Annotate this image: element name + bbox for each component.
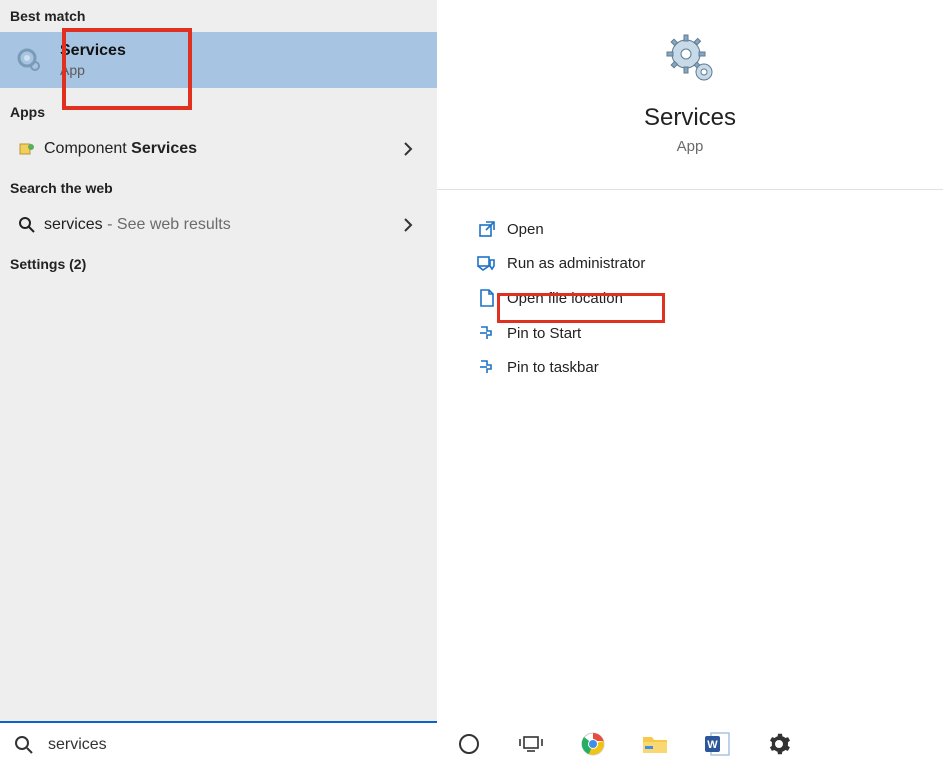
best-match-title: Services bbox=[60, 42, 126, 60]
details-panel: Services App Open Run as administrator bbox=[437, 0, 943, 767]
action-run-as-administrator-label: Run as administrator bbox=[507, 255, 645, 272]
result-web-search-label: services - See web results bbox=[44, 216, 403, 234]
cortana-icon[interactable] bbox=[455, 730, 483, 758]
best-match-result[interactable]: Services App bbox=[0, 32, 437, 88]
action-open-file-location-label: Open file location bbox=[507, 290, 623, 307]
action-open-file-location[interactable]: Open file location bbox=[467, 280, 913, 316]
details-header: Services App bbox=[437, 0, 943, 190]
action-pin-to-taskbar[interactable]: Pin to taskbar bbox=[467, 350, 913, 384]
search-web-header: Search the web bbox=[0, 170, 437, 204]
details-title: Services bbox=[644, 104, 736, 132]
action-pin-to-taskbar-label: Pin to taskbar bbox=[507, 359, 599, 376]
taskbar: W bbox=[437, 721, 943, 767]
file-location-icon bbox=[467, 288, 507, 308]
file-explorer-icon[interactable] bbox=[641, 730, 669, 758]
result-component-services-label: Component Services bbox=[44, 140, 403, 158]
services-large-icon bbox=[662, 30, 718, 86]
chevron-right-icon bbox=[403, 142, 427, 156]
action-pin-to-start[interactable]: Pin to Start bbox=[467, 316, 913, 350]
details-actions: Open Run as administrator Open file loca… bbox=[437, 190, 943, 406]
pin-start-icon bbox=[467, 324, 507, 342]
details-subtitle: App bbox=[677, 138, 704, 155]
action-open-label: Open bbox=[507, 221, 544, 238]
best-match-subtitle: App bbox=[60, 62, 126, 78]
services-icon bbox=[12, 43, 46, 77]
search-results-panel: Best match Services App Apps bbox=[0, 0, 437, 767]
action-pin-to-start-label: Pin to Start bbox=[507, 325, 581, 342]
settings-header: Settings (2) bbox=[0, 246, 437, 280]
settings-gear-icon[interactable] bbox=[765, 730, 793, 758]
result-component-services[interactable]: Component Services bbox=[0, 128, 437, 170]
pin-taskbar-icon bbox=[467, 358, 507, 376]
admin-shield-icon bbox=[467, 254, 507, 272]
search-icon bbox=[10, 216, 44, 234]
component-services-icon bbox=[10, 141, 44, 157]
apps-header: Apps bbox=[0, 88, 437, 128]
action-open[interactable]: Open bbox=[467, 212, 913, 246]
result-web-search[interactable]: services - See web results bbox=[0, 204, 437, 246]
open-icon bbox=[467, 220, 507, 238]
task-view-icon[interactable] bbox=[517, 730, 545, 758]
best-match-header: Best match bbox=[0, 0, 437, 32]
action-run-as-administrator[interactable]: Run as administrator bbox=[467, 246, 913, 280]
search-bar[interactable] bbox=[0, 721, 437, 767]
svg-text:W: W bbox=[707, 739, 718, 751]
search-icon bbox=[14, 735, 34, 755]
chevron-right-icon bbox=[403, 218, 427, 232]
word-icon[interactable]: W bbox=[703, 730, 731, 758]
chrome-icon[interactable] bbox=[579, 730, 607, 758]
search-input[interactable] bbox=[48, 736, 423, 754]
